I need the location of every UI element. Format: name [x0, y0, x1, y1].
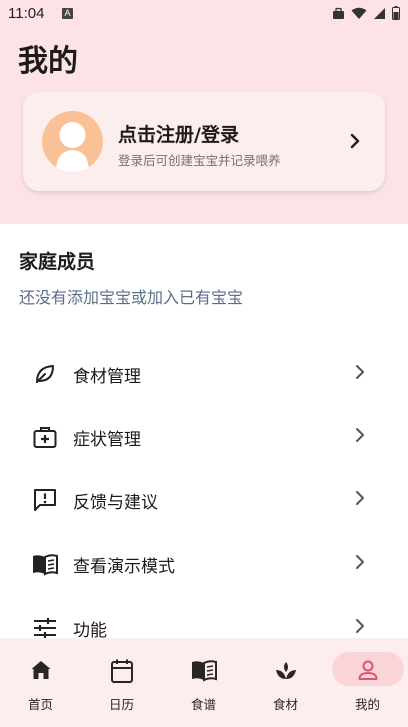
feedback-icon — [34, 489, 56, 511]
menu-item-label: 症状管理 — [73, 430, 141, 450]
menu-item-label: 查看演示模式 — [73, 557, 175, 577]
avatar-placeholder-icon — [56, 122, 89, 172]
login-subtitle: 登录后可创建宝宝并记录喂养 — [118, 153, 281, 168]
avatar — [42, 111, 103, 172]
menu-item-label: 食材管理 — [73, 367, 141, 387]
family-section-title: 家庭成员 — [19, 251, 96, 273]
menu-item-ingredients[interactable]: 食材管理 — [0, 343, 408, 403]
calendar-icon — [110, 659, 133, 683]
medical-kit-icon — [33, 427, 57, 448]
leaf-icon — [36, 365, 54, 383]
nav-label: 首页 — [27, 697, 53, 712]
nav-label: 食谱 — [190, 697, 216, 712]
book-icon — [33, 554, 58, 576]
status-time: 11:04 — [8, 5, 45, 22]
bottom-nav: 首页 日历 食谱 食材 我的 — [0, 638, 408, 727]
recipe-book-icon — [191, 660, 217, 682]
nav-calendar[interactable]: 日历 — [81, 638, 162, 727]
nav-label: 日历 — [108, 697, 134, 712]
nav-label: 食材 — [272, 697, 298, 712]
person-icon — [358, 660, 377, 680]
chevron-right-icon — [356, 555, 364, 569]
briefcase-icon — [333, 7, 344, 19]
notification-icon: A — [62, 8, 73, 19]
sprout-icon — [275, 662, 296, 679]
chevron-right-icon — [356, 619, 364, 633]
nav-profile[interactable]: 我的 — [327, 638, 408, 727]
battery-icon — [392, 6, 400, 20]
chevron-right-icon — [356, 428, 364, 442]
page-title: 我的 — [18, 44, 78, 79]
chevron-right-icon — [350, 133, 360, 149]
nav-ingredients[interactable]: 食材 — [245, 638, 326, 727]
login-card[interactable]: 点击注册/登录 登录后可创建宝宝并记录喂养 — [23, 92, 385, 191]
nav-recipes[interactable]: 食谱 — [163, 638, 244, 727]
menu-item-symptoms[interactable]: 症状管理 — [0, 406, 408, 466]
menu-item-demo-mode[interactable]: 查看演示模式 — [0, 533, 408, 593]
menu-item-label: 反馈与建议 — [73, 493, 158, 513]
status-bar: 11:04 A — [0, 0, 408, 28]
chevron-right-icon — [356, 365, 364, 379]
nav-label: 我的 — [354, 697, 380, 712]
menu-item-feedback[interactable]: 反馈与建议 — [0, 469, 408, 529]
signal-icon — [374, 7, 385, 19]
chevron-right-icon — [356, 491, 364, 505]
wifi-icon — [351, 7, 367, 19]
nav-home[interactable]: 首页 — [0, 638, 81, 727]
home-icon — [31, 661, 50, 679]
family-add-link[interactable]: 还没有添加宝宝或加入已有宝宝 — [19, 284, 243, 308]
login-title: 点击注册/登录 — [118, 124, 239, 146]
